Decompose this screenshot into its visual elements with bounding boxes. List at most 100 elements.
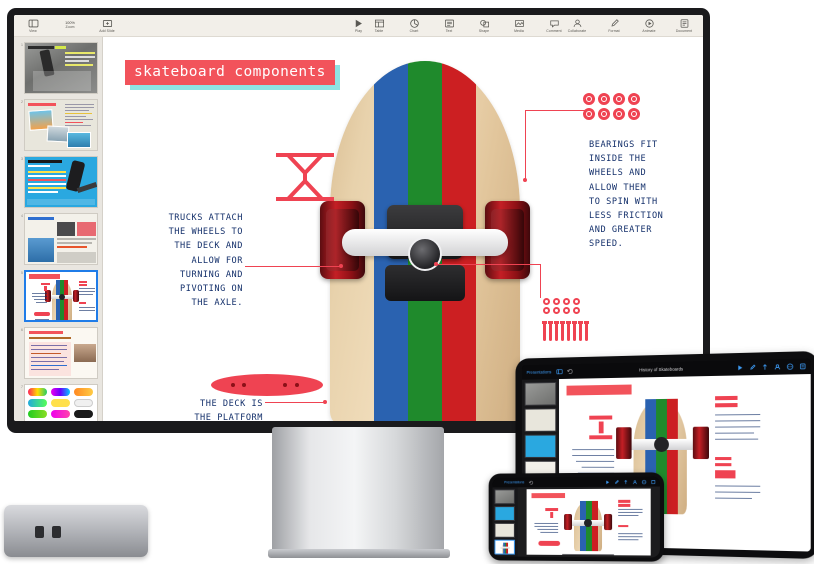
navigator-row[interactable]: 1 — [18, 42, 98, 94]
zoom-control[interactable]: 100% Zoom — [55, 21, 85, 29]
iphone-mini-slide — [526, 488, 651, 556]
slide-number: 7 — [21, 385, 23, 389]
navigator-row[interactable]: 6 — [18, 327, 98, 379]
collaborate-button[interactable]: Collaborate — [557, 18, 597, 33]
ipad-back-button[interactable]: Presentations — [527, 369, 552, 374]
slide-thumbnail-2[interactable] — [24, 99, 98, 151]
iphone-thumbnail[interactable] — [494, 489, 515, 505]
animate-icon — [644, 18, 655, 29]
nut-ring — [563, 307, 570, 314]
skateboard-illustration[interactable] — [320, 61, 530, 421]
navigator-row[interactable]: 4 — [18, 213, 98, 265]
format-brush-icon — [609, 18, 620, 29]
chart-label: Chart — [409, 28, 419, 33]
text-icon — [444, 18, 455, 29]
ipad-thumbnail[interactable] — [524, 434, 557, 458]
insert-icon[interactable] — [623, 479, 628, 484]
iphone-thumbnail-selected[interactable] — [494, 539, 515, 555]
slide-number: 2 — [21, 100, 23, 104]
document-label: Document — [675, 28, 693, 33]
table-button[interactable]: Table — [366, 18, 392, 33]
document-icon[interactable] — [799, 363, 806, 370]
display-stand-foot — [268, 549, 450, 558]
iphone-thumbnail[interactable] — [494, 522, 515, 538]
iphone-thumbnail[interactable] — [494, 506, 515, 521]
trucks-graphic-icon — [268, 147, 342, 209]
more-icon[interactable] — [642, 479, 647, 484]
view-button[interactable]: View — [20, 18, 46, 33]
collaborate-label: Collaborate — [567, 28, 587, 33]
undo-icon[interactable] — [528, 480, 533, 485]
usb-c-port — [35, 526, 44, 538]
sidebar-icon[interactable] — [556, 368, 563, 375]
iphone-slide-navigator[interactable] — [492, 487, 518, 558]
shape-button[interactable]: Shape — [471, 18, 497, 33]
collaborate-icon[interactable] — [632, 479, 637, 484]
animate-button[interactable]: Animate — [636, 18, 662, 33]
slide-number: 3 — [21, 157, 23, 161]
play-icon — [353, 18, 364, 29]
navigator-row[interactable]: 2 — [18, 99, 98, 151]
insert-icon[interactable] — [761, 364, 768, 371]
slide-number: 5 — [21, 271, 23, 275]
mac-studio-body — [4, 505, 148, 557]
document-icon[interactable] — [651, 479, 656, 484]
nut-ring — [543, 307, 550, 314]
more-icon[interactable] — [786, 363, 793, 370]
document-button[interactable]: Document — [671, 18, 697, 33]
shape-icon — [479, 18, 490, 29]
format-button[interactable]: Format — [601, 18, 627, 33]
toolbar-collaborate-group: Collaborate — [557, 18, 597, 33]
usb-c-port — [52, 526, 61, 538]
callout-trucks[interactable]: TRUCKS ATTACH THE WHEELS TO THE DECK AND… — [123, 211, 243, 310]
text-button[interactable]: Text — [436, 18, 462, 33]
play-icon[interactable] — [605, 479, 610, 484]
ipad-thumbnail[interactable] — [524, 408, 557, 432]
iphone-back-button[interactable]: Presentations — [504, 480, 524, 484]
nut-ring — [563, 298, 570, 305]
ipad-document-title: History of Skateboards — [639, 366, 684, 373]
callout-bearings[interactable]: BEARINGS FIT INSIDE THE WHEELS AND ALLOW… — [589, 138, 703, 251]
slide-thumbnail-4[interactable] — [24, 213, 98, 265]
add-slide-button[interactable]: Add Slide — [94, 18, 120, 33]
format-brush-icon[interactable] — [749, 364, 756, 371]
slide-thumbnail-5-selected[interactable] — [24, 270, 98, 322]
collaborate-icon[interactable] — [774, 363, 781, 370]
chart-icon — [409, 18, 420, 29]
leader-line-bearings — [525, 110, 587, 111]
iphone-thumbnail[interactable] — [494, 556, 515, 558]
table-label: Table — [374, 28, 384, 33]
document-icon — [679, 18, 690, 29]
collaborate-icon — [572, 18, 583, 29]
text-label: Text — [445, 28, 453, 33]
bearing-ring — [628, 108, 640, 120]
slide-title[interactable]: skateboard components — [125, 60, 335, 85]
slide-thumbnail-7[interactable] — [24, 384, 98, 421]
nuts-graphic — [543, 298, 581, 314]
screw-shape — [543, 321, 546, 341]
chart-button[interactable]: Chart — [401, 18, 427, 33]
media-icon — [514, 18, 525, 29]
slide-navigator[interactable]: 1 2 3 4 5 6 7 — [14, 37, 103, 421]
ipad-thumbnail[interactable] — [524, 382, 557, 406]
leader-line-screws — [437, 264, 541, 265]
iphone-slide-canvas[interactable] — [517, 486, 660, 558]
nut-ring — [543, 298, 550, 305]
undo-icon[interactable] — [566, 368, 573, 375]
navigator-row[interactable]: 3 — [18, 156, 98, 208]
slide-thumbnail-3[interactable] — [24, 156, 98, 208]
leader-dot-trucks — [339, 264, 343, 268]
slide-thumbnail-6[interactable] — [24, 327, 98, 379]
kingpin-icon — [408, 237, 442, 271]
slide-thumbnail-1[interactable] — [24, 42, 98, 94]
mac-studio-desktop — [4, 505, 148, 557]
format-brush-icon[interactable] — [614, 479, 619, 484]
media-button[interactable]: Media — [506, 18, 532, 33]
navigator-row[interactable]: 5 — [18, 270, 98, 322]
navigator-row[interactable]: 7 — [18, 384, 98, 421]
slide-number: 4 — [21, 214, 23, 218]
iphone-screen[interactable]: Presentations — [492, 476, 660, 558]
play-icon[interactable] — [737, 364, 744, 371]
callout-deck[interactable]: THE DECK IS THE PLATFORM — [133, 397, 263, 421]
add-slide-label: Add Slide — [99, 28, 115, 33]
